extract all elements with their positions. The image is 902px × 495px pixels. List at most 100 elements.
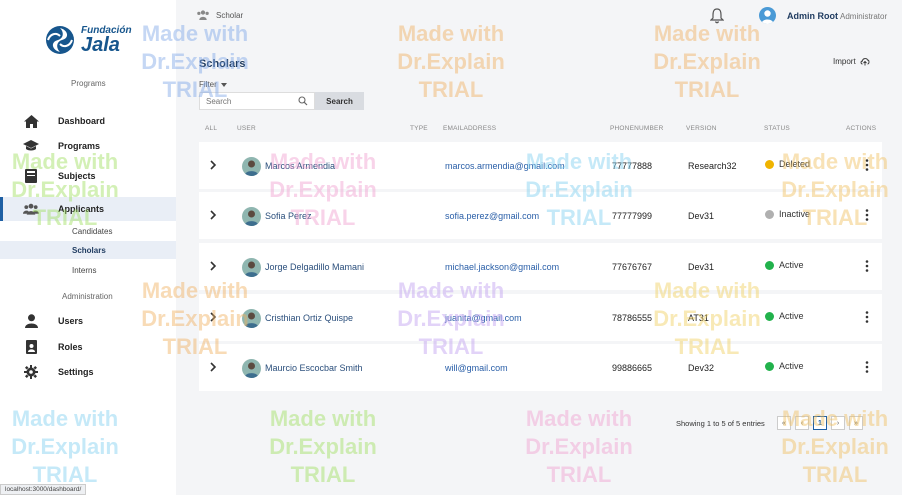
chevron-right-icon[interactable] <box>208 261 218 271</box>
email-cell[interactable]: sofia.perez@gmail.com <box>445 211 539 221</box>
sidebar-item-applicants[interactable]: Applicants <box>0 197 176 221</box>
sidebar-item-label: Dashboard <box>58 116 106 126</box>
more-vertical-icon[interactable] <box>863 158 871 172</box>
filter-label: Filter <box>199 80 217 89</box>
email-cell[interactable]: michael.jackson@gmail.com <box>445 262 559 272</box>
status-label: Deleted <box>779 159 811 169</box>
page-1-button[interactable]: 1 <box>813 416 827 430</box>
entries-info: Showing 1 to 5 of 5 entries <box>676 419 765 428</box>
status-dot <box>765 311 774 321</box>
chevron-right-icon[interactable] <box>208 312 218 322</box>
user-name-cell[interactable]: Cristhian Ortiz Quispe <box>265 313 353 323</box>
watermark: Made with Dr.Explain TRIAL <box>258 405 388 489</box>
watermark: Made with Dr.Explain TRIAL <box>386 20 516 104</box>
email-cell[interactable]: marcos.armendia@gmail.com <box>445 161 565 171</box>
phone-cell: 99886665 <box>612 363 653 373</box>
sidebar-subitem-scholars[interactable]: Scholars <box>0 241 176 259</box>
email-cell[interactable]: juanita@gmail.com <box>445 313 522 323</box>
sidebar-item-subjects[interactable]: Subjects <box>0 164 176 188</box>
administration-section-label: Administration <box>62 292 113 301</box>
avatar <box>242 258 261 277</box>
search-button[interactable]: Search <box>315 92 364 110</box>
first-page-button[interactable]: « <box>777 416 791 430</box>
user-name-cell[interactable]: Maurcio Escocbar Smith <box>265 363 363 373</box>
status-dot <box>765 159 774 169</box>
status-label: Active <box>779 260 804 270</box>
column-header-version[interactable]: VERSION <box>686 125 717 132</box>
phone-cell: 78786555 <box>612 313 653 323</box>
more-vertical-icon[interactable] <box>863 360 871 374</box>
watermark-line: TRIAL <box>674 77 740 102</box>
sidebar-item-users[interactable]: Users <box>0 309 176 333</box>
fundacion-jala-logo[interactable]: Fundación Jala <box>44 22 144 58</box>
user-name[interactable]: Admin Root <box>787 11 838 21</box>
table-row: Sofia Perez sofia.perez@gmail.com 777779… <box>199 192 882 239</box>
chevron-right-icon[interactable] <box>208 160 218 170</box>
filter-select[interactable]: Filter <box>199 80 227 89</box>
avatar <box>242 359 261 378</box>
more-vertical-icon[interactable] <box>863 259 871 273</box>
watermark-line: TRIAL <box>802 462 868 487</box>
status-label: Active <box>779 311 804 321</box>
column-header-type[interactable]: TYPE <box>410 125 428 132</box>
version-cell: Dev31 <box>688 262 715 272</box>
user-name-cell[interactable]: Sofia Perez <box>265 211 312 221</box>
sidebar-item-settings[interactable]: Settings <box>0 360 176 384</box>
column-header-phone[interactable]: PHONENUMBER <box>610 125 663 132</box>
next-page-button[interactable]: › <box>831 416 845 430</box>
status-badge: Deleted <box>765 159 810 169</box>
home-icon <box>23 113 39 129</box>
watermark-line: TRIAL <box>290 462 356 487</box>
users-icon <box>23 201 39 217</box>
status-badge: Active <box>765 260 804 270</box>
sidebar-item-programs[interactable]: Programs <box>0 134 176 158</box>
sidebar-item-roles[interactable]: Roles <box>0 335 176 359</box>
status-dot <box>765 209 774 219</box>
watermark: Made with Dr.Explain TRIAL <box>514 405 644 489</box>
sidebar-item-label: Subjects <box>58 171 96 181</box>
import-label: Import <box>833 56 856 66</box>
status-label: Active <box>779 361 804 371</box>
sidebar-subitem-label: Candidates <box>72 226 113 236</box>
search-box <box>199 92 315 110</box>
status-dot <box>765 260 774 270</box>
prev-page-button[interactable]: ‹ <box>795 416 809 430</box>
sidebar-subitem-label: Scholars <box>72 245 106 255</box>
user-name-cell[interactable]: Marcos Armendia <box>265 161 335 171</box>
status-dot <box>765 361 774 371</box>
column-header-user[interactable]: USER <box>237 125 256 132</box>
search-icon[interactable] <box>298 96 308 106</box>
breadcrumb-label: Scholar <box>216 10 244 20</box>
status-badge: Inactive <box>765 209 810 219</box>
phone-cell: 77777999 <box>612 211 653 221</box>
sidebar-item-label: Users <box>58 316 84 326</box>
user-role: Administrator <box>840 12 888 21</box>
chevron-right-icon[interactable] <box>208 210 218 220</box>
sidebar-item-label: Roles <box>58 342 83 352</box>
breadcrumb[interactable]: Scholar <box>196 10 243 20</box>
avatar <box>242 157 261 176</box>
column-header-email[interactable]: EMAILADDRESS <box>443 125 496 132</box>
column-header-status[interactable]: STATUS <box>764 125 790 132</box>
status-badge: Active <box>765 361 804 371</box>
user-name-cell[interactable]: Jorge Delgadillo Mamani <box>265 262 364 272</box>
version-cell: Dev31 <box>688 211 715 221</box>
bell-icon[interactable] <box>710 8 724 24</box>
chevron-right-icon[interactable] <box>208 362 218 372</box>
email-cell[interactable]: will@gmail.com <box>445 363 508 373</box>
sidebar-item-dashboard[interactable]: Dashboard <box>0 109 176 133</box>
user-avatar[interactable] <box>759 7 776 24</box>
watermark-line: Dr.Explain <box>653 49 761 74</box>
sidebar-subitem-interns[interactable]: Interns <box>0 261 176 279</box>
phone-cell: 77676767 <box>612 262 653 272</box>
avatar <box>242 207 261 226</box>
more-vertical-icon[interactable] <box>863 310 871 324</box>
import-button[interactable]: Import <box>833 56 870 66</box>
column-header-all[interactable]: ALL <box>205 125 217 132</box>
last-page-button[interactable]: » <box>849 416 863 430</box>
more-vertical-icon[interactable] <box>863 208 871 222</box>
search-input[interactable] <box>200 93 296 109</box>
sidebar-subitem-candidates[interactable]: Candidates <box>0 222 176 240</box>
table-row: Marcos Armendia marcos.armendia@gmail.co… <box>199 142 882 189</box>
programs-section-label: Programs <box>71 79 106 88</box>
